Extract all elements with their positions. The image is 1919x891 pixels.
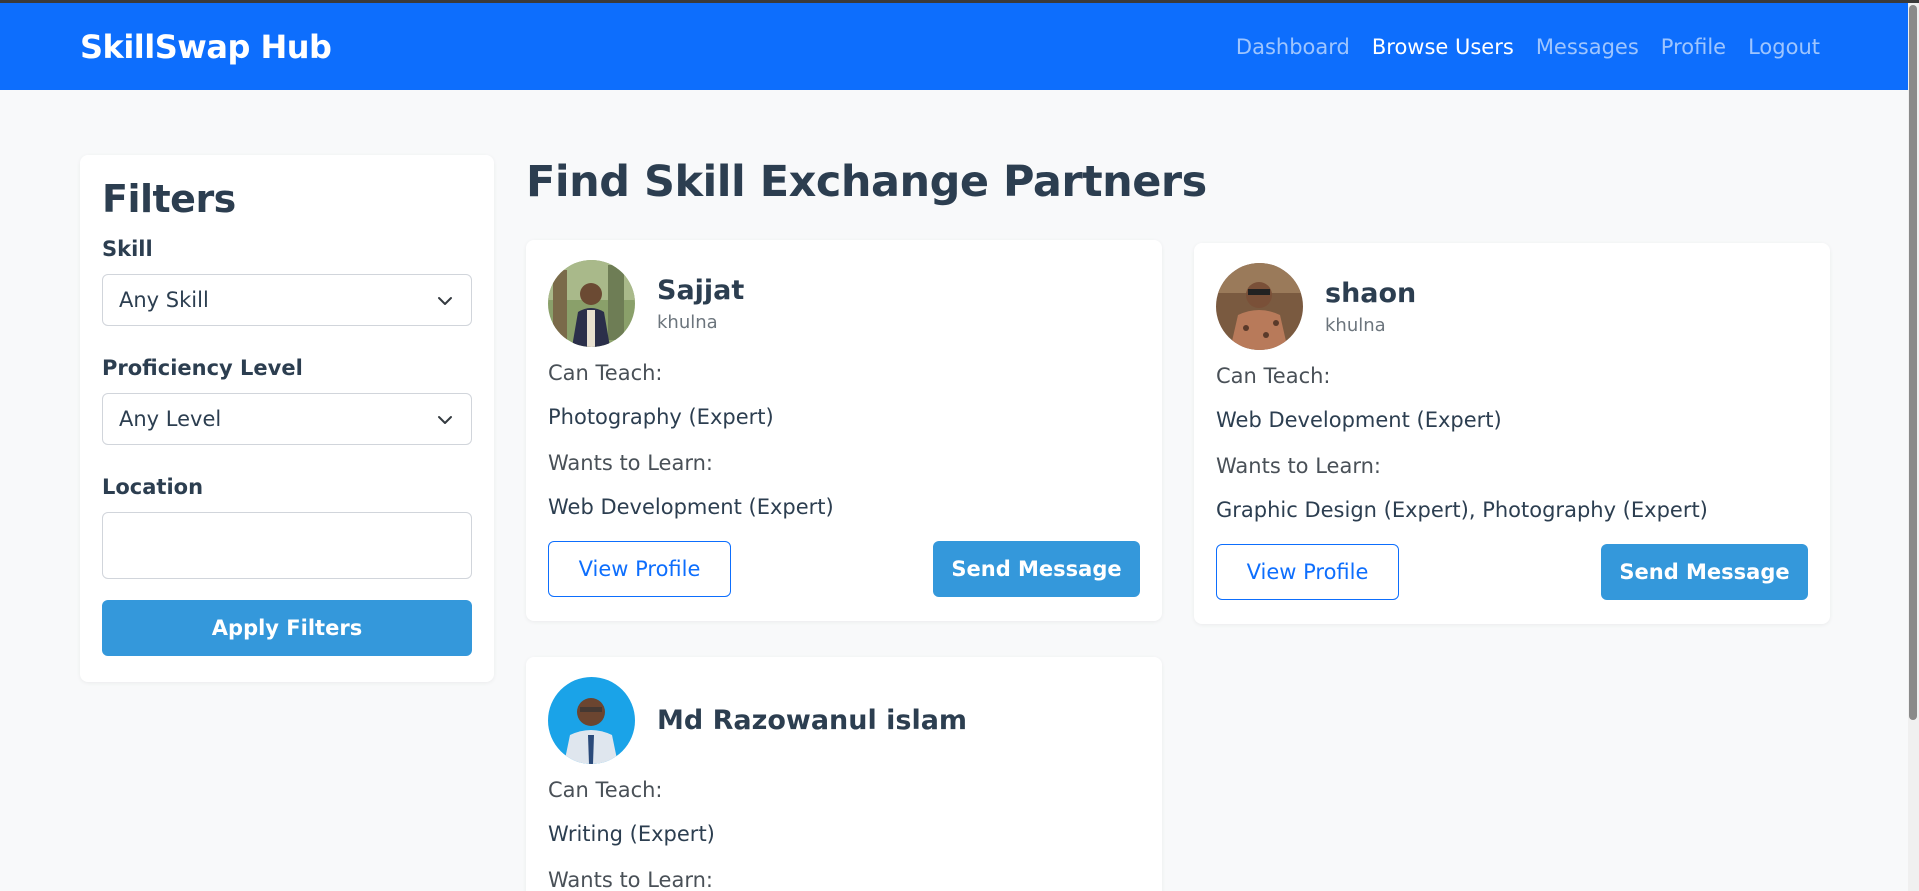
level-label: Proficiency Level — [102, 356, 303, 380]
wants-learn-value: Web Development (Expert) — [548, 495, 834, 519]
wants-learn-label: Wants to Learn: — [548, 451, 713, 475]
user-location: khulna — [657, 311, 718, 333]
skill-select-value: Any Skill — [119, 288, 209, 312]
apply-filters-button[interactable]: Apply Filters — [102, 600, 472, 656]
skill-label: Skill — [102, 237, 153, 261]
can-teach-label: Can Teach: — [1216, 364, 1331, 388]
page-scrollbar[interactable] — [1908, 3, 1919, 891]
avatar[interactable] — [1216, 263, 1303, 350]
nav-link-messages[interactable]: Messages — [1536, 35, 1639, 59]
user-card-header: Sajjat khulna — [548, 260, 1140, 347]
wants-learn-label: Wants to Learn: — [1216, 454, 1381, 478]
card-actions: View Profile Send Message — [548, 541, 1140, 597]
user-card: Md Razowanul islam Can Teach: Writing (E… — [526, 657, 1162, 891]
can-teach-label: Can Teach: — [548, 778, 663, 802]
nav-link-dashboard[interactable]: Dashboard — [1236, 35, 1350, 59]
user-card: shaon khulna Can Teach: Web Development … — [1194, 243, 1830, 624]
avatar[interactable] — [548, 677, 635, 764]
level-select[interactable]: Any Level — [102, 393, 472, 445]
can-teach-label: Can Teach: — [548, 361, 663, 385]
user-location: khulna — [1325, 314, 1386, 336]
nav-link-browse-users[interactable]: Browse Users — [1372, 35, 1514, 59]
page-title: Find Skill Exchange Partners — [526, 157, 1207, 207]
can-teach-value: Web Development (Expert) — [1216, 408, 1502, 432]
level-select-value: Any Level — [119, 407, 222, 431]
view-profile-button[interactable]: View Profile — [548, 541, 731, 597]
filters-title: Filters — [102, 177, 236, 221]
location-input[interactable] — [102, 512, 472, 579]
skill-select[interactable]: Any Skill — [102, 274, 472, 326]
user-name: Md Razowanul islam — [657, 705, 968, 736]
nav-link-logout[interactable]: Logout — [1748, 35, 1820, 59]
user-name: shaon — [1325, 277, 1417, 309]
top-navbar: SkillSwap Hub Dashboard Browse Users Mes… — [0, 3, 1908, 90]
brand-logo[interactable]: SkillSwap Hub — [80, 28, 332, 66]
location-label: Location — [102, 475, 204, 499]
user-card: Sajjat khulna Can Teach: Photography (Ex… — [526, 240, 1162, 621]
user-card-header: shaon khulna — [1216, 263, 1808, 350]
user-name: Sajjat — [657, 274, 745, 306]
card-actions: View Profile Send Message — [1216, 544, 1808, 600]
view-profile-button[interactable]: View Profile — [1216, 544, 1399, 600]
user-card-header: Md Razowanul islam — [548, 677, 1140, 764]
chevron-down-icon — [438, 416, 452, 424]
avatar[interactable] — [548, 260, 635, 347]
send-message-button[interactable]: Send Message — [1601, 544, 1808, 600]
chevron-down-icon — [438, 297, 452, 305]
can-teach-value: Writing (Expert) — [548, 822, 715, 846]
can-teach-value: Photography (Expert) — [548, 405, 774, 429]
filters-panel: Filters Skill Any Skill Proficiency Leve… — [80, 155, 494, 682]
wants-learn-label: Wants to Learn: — [548, 868, 713, 891]
wants-learn-value: Graphic Design (Expert), Photography (Ex… — [1216, 498, 1708, 522]
nav-links: Dashboard Browse Users Messages Profile … — [1236, 35, 1820, 59]
scrollbar-thumb[interactable] — [1909, 5, 1917, 720]
nav-link-profile[interactable]: Profile — [1661, 35, 1726, 59]
send-message-button[interactable]: Send Message — [933, 541, 1140, 597]
